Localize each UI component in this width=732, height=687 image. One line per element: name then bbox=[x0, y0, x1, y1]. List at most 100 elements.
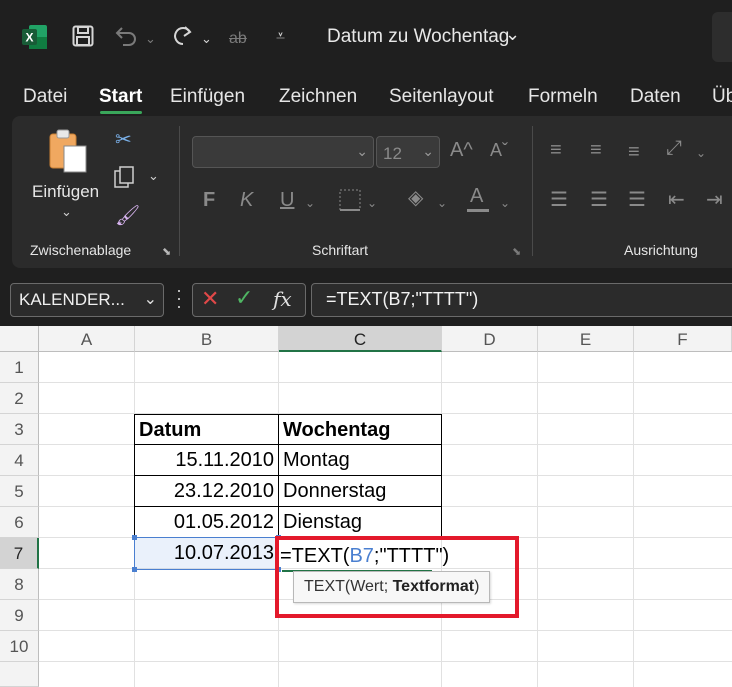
column-header-f[interactable]: F bbox=[634, 326, 732, 352]
row-header-9[interactable]: 9 bbox=[0, 600, 39, 631]
row-header-2[interactable]: 2 bbox=[0, 383, 39, 414]
chevron-down-icon[interactable]: ⌄ bbox=[356, 143, 368, 160]
svg-text:X: X bbox=[26, 31, 34, 45]
borders-icon[interactable] bbox=[338, 188, 362, 212]
table-cell-weekday[interactable]: Donnerstag bbox=[279, 476, 441, 507]
row-header-3[interactable]: 3 bbox=[0, 414, 39, 445]
align-center-icon[interactable]: ☰ bbox=[590, 190, 608, 210]
cut-icon[interactable]: ✂ bbox=[115, 130, 132, 150]
row-header-5[interactable]: 5 bbox=[0, 476, 39, 507]
gridline bbox=[39, 382, 732, 383]
column-header-c[interactable]: C bbox=[279, 326, 442, 352]
table-header-wochentag[interactable]: Wochentag bbox=[279, 415, 441, 446]
cancel-icon[interactable]: ✕ bbox=[201, 286, 219, 312]
fill-color-dropdown-icon[interactable]: ⌄ bbox=[437, 196, 447, 210]
chevron-down-icon[interactable]: ⌄ bbox=[422, 143, 434, 160]
row-header-7[interactable]: 7 bbox=[0, 538, 39, 569]
increase-indent-icon[interactable]: ⇥ bbox=[706, 190, 723, 210]
table-cell-weekday[interactable]: Montag bbox=[279, 445, 441, 476]
table-cell-weekday[interactable]: Dienstag bbox=[279, 507, 441, 538]
enter-icon[interactable]: ✓ bbox=[235, 285, 253, 311]
name-box[interactable]: KALENDER... ⌄ bbox=[10, 283, 164, 317]
format-painter-icon[interactable]: 🖌 bbox=[115, 206, 140, 226]
italic-button[interactable]: K bbox=[240, 190, 253, 210]
tab-datei[interactable]: Datei bbox=[23, 86, 67, 108]
tab-zeichnen[interactable]: Zeichnen bbox=[279, 86, 357, 108]
font-size-combo[interactable]: 12 ⌄ bbox=[376, 136, 440, 168]
underline-dropdown-icon[interactable]: ⌄ bbox=[305, 196, 315, 210]
row-header-1[interactable]: 1 bbox=[0, 352, 39, 383]
borders-dropdown-icon[interactable]: ⌄ bbox=[367, 196, 377, 210]
font-color-icon[interactable]: A bbox=[470, 186, 483, 206]
align-left-icon[interactable]: ☰ bbox=[550, 190, 568, 210]
group-label-clipboard: Zwischenablage bbox=[30, 242, 132, 258]
tab-start[interactable]: Start bbox=[99, 86, 142, 108]
strikethrough-icon[interactable]: ab bbox=[229, 28, 247, 50]
align-right-icon[interactable]: ☰ bbox=[628, 190, 646, 210]
copy-icon[interactable] bbox=[113, 166, 137, 190]
paste-dropdown-icon[interactable]: ⌄ bbox=[61, 204, 72, 220]
orientation-icon[interactable]: ⤢ bbox=[666, 138, 682, 158]
font-name-combo[interactable]: ⌄ bbox=[192, 136, 374, 168]
align-top-icon[interactable]: ≡ bbox=[550, 140, 562, 160]
tab-seitenlayout[interactable]: Seitenlayout bbox=[389, 86, 494, 108]
row-header-8[interactable]: 8 bbox=[0, 569, 39, 600]
tab-ueberpruefen[interactable]: Üb bbox=[712, 86, 732, 108]
formula-input[interactable]: =TEXT(B7;"TTTT") bbox=[311, 283, 732, 317]
table-cell-date[interactable]: 23.12.2010 bbox=[135, 476, 278, 507]
more-options-icon[interactable]: · · · bbox=[176, 281, 182, 315]
chevron-down-icon[interactable]: ⌄ bbox=[505, 24, 520, 45]
undo-icon[interactable] bbox=[114, 26, 138, 46]
table-cell-date[interactable]: 10.07.2013 bbox=[135, 538, 278, 569]
table-cell-date[interactable]: 01.05.2012 bbox=[135, 507, 278, 538]
column-header-b[interactable]: B bbox=[135, 326, 279, 352]
gridline bbox=[633, 352, 634, 687]
redo-icon[interactable] bbox=[170, 24, 196, 48]
highlight-box bbox=[275, 536, 519, 618]
paste-label[interactable]: Einfügen bbox=[32, 182, 99, 202]
formula-buttons: ✕ ✓ fx bbox=[192, 283, 306, 317]
align-bottom-icon[interactable]: ≡ bbox=[628, 142, 640, 162]
row-header-11[interactable] bbox=[0, 662, 39, 687]
shrink-font-icon[interactable]: Aˇ bbox=[490, 140, 508, 160]
formula-bar: KALENDER... ⌄ · · · ✕ ✓ fx =TEXT(B7;"TTTT"… bbox=[0, 270, 732, 326]
ribbon: Einfügen ⌄ ✂ ⌄ 🖌 Zwischenablage ⬊ ⌄ 12 ⌄… bbox=[0, 116, 732, 270]
table-cell-date[interactable]: 15.11.2010 bbox=[135, 445, 278, 476]
customize-qat-icon[interactable]: ⩡ bbox=[276, 26, 285, 48]
excel-logo-icon: X bbox=[22, 25, 47, 49]
decrease-indent-icon[interactable]: ⇤ bbox=[668, 190, 685, 210]
document-title[interactable]: Datum zu Wochentag bbox=[327, 26, 509, 48]
chevron-down-icon[interactable]: ⌄ bbox=[144, 289, 157, 309]
font-launcher-icon[interactable]: ⬊ bbox=[512, 245, 521, 258]
bold-button[interactable]: F bbox=[203, 190, 215, 210]
redo-dropdown-icon[interactable]: ⌄ bbox=[201, 28, 212, 50]
tab-formeln[interactable]: Formeln bbox=[528, 86, 598, 108]
clipboard-launcher-icon[interactable]: ⬊ bbox=[162, 245, 171, 258]
undo-dropdown-icon[interactable]: ⌄ bbox=[145, 28, 156, 50]
column-header-d[interactable]: D bbox=[442, 326, 538, 352]
worksheet-grid[interactable]: A B C D E F 1 2 3 4 5 6 7 8 9 10 Datum W… bbox=[0, 326, 732, 687]
font-color-dropdown-icon[interactable]: ⌄ bbox=[500, 196, 510, 210]
active-tab-indicator bbox=[100, 111, 142, 114]
underline-button[interactable]: U bbox=[280, 190, 294, 210]
tab-daten[interactable]: Daten bbox=[630, 86, 681, 108]
save-icon[interactable] bbox=[72, 25, 94, 47]
table-header-datum[interactable]: Datum bbox=[135, 415, 278, 446]
search-box[interactable] bbox=[712, 12, 732, 62]
group-separator bbox=[179, 126, 180, 256]
copy-dropdown-icon[interactable]: ⌄ bbox=[148, 168, 159, 184]
insert-function-button[interactable]: fx bbox=[273, 287, 292, 311]
align-middle-icon[interactable]: ≡ bbox=[590, 140, 602, 160]
row-header-4[interactable]: 4 bbox=[0, 445, 39, 476]
select-all-corner[interactable] bbox=[0, 326, 39, 352]
orientation-dropdown-icon[interactable]: ⌄ bbox=[696, 146, 706, 160]
row-header-10[interactable]: 10 bbox=[0, 631, 39, 662]
fill-color-icon[interactable]: ◈ bbox=[408, 188, 423, 208]
tab-einfuegen[interactable]: Einfügen bbox=[170, 86, 245, 108]
grow-font-icon[interactable]: A^ bbox=[450, 140, 473, 160]
font-color-bar bbox=[467, 209, 489, 212]
column-header-e[interactable]: E bbox=[538, 326, 634, 352]
row-header-6[interactable]: 6 bbox=[0, 507, 39, 538]
column-header-a[interactable]: A bbox=[39, 326, 135, 352]
paste-icon[interactable] bbox=[48, 128, 92, 178]
